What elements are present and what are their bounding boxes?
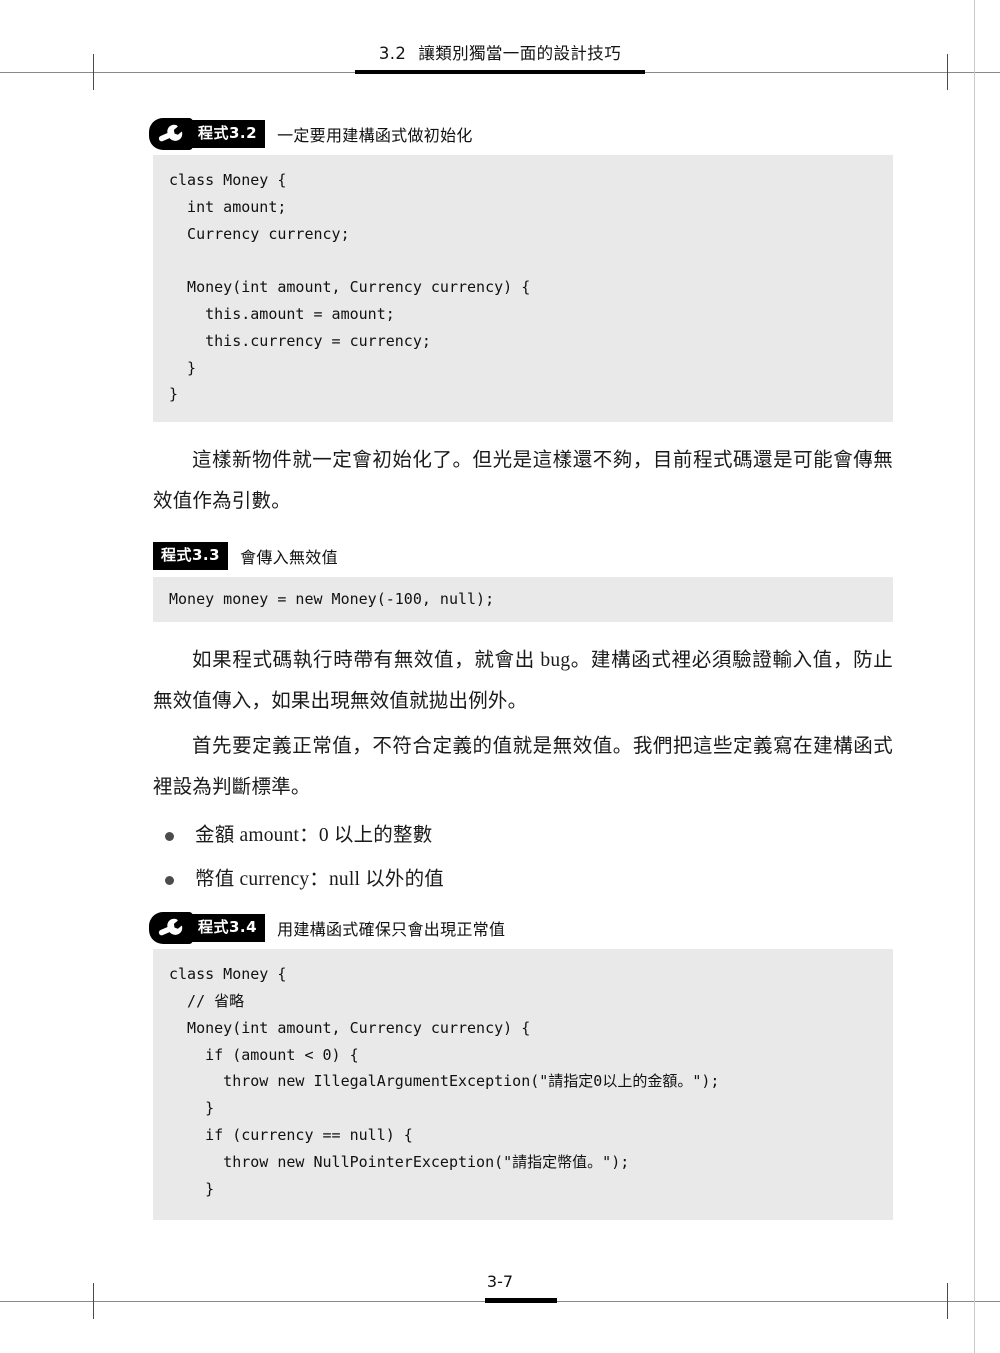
paragraph-3: 首先要定義正常值，不符合定義的值就是無效值。我們把這些定義寫在建構函式裡設為判斷… (153, 736, 893, 799)
listing-caption-3-4: 程式3.4 用建構函式確保只會出現正常值 (149, 912, 893, 945)
paragraph-1: 這樣新物件就一定會初始化了。但光是這樣還不夠，目前程式碼還是可能會傳無效值作為引… (153, 450, 893, 513)
wrench-icon (149, 118, 193, 150)
list-item-label: 幣值 currency：null 以外的值 (195, 869, 444, 891)
code-block-3-2: class Money { int amount; Currency curre… (153, 155, 893, 423)
listing-tag-3-3: 程式3.3 (153, 542, 229, 571)
page-edge-line-right (974, 0, 975, 1353)
page-number: 3-7 (486, 1272, 514, 1291)
listing-title-3-2: 一定要用建構函式做初始化 (277, 126, 473, 145)
page-number-rule (485, 1298, 557, 1303)
page-content: 程式3.2 一定要用建構函式做初始化 class Money { int amo… (149, 118, 893, 1221)
listing-caption-3-2: 程式3.2 一定要用建構函式做初始化 (149, 118, 893, 150)
running-head: 3.2 讓類別獨當一面的設計技巧 (0, 40, 1000, 64)
running-head-section-title: 讓類別獨當一面的設計技巧 (418, 44, 622, 63)
listing-caption-3-3: 程式3.3 會傳入無效值 (153, 540, 893, 572)
listing-tag-3-4: 程式3.4 (190, 914, 266, 943)
listing-title-3-4: 用建構函式確保只會出現正常值 (277, 920, 506, 940)
listing-tag-3-2: 程式3.2 (190, 120, 266, 148)
listing-title-3-3: 會傳入無效值 (240, 548, 338, 568)
list-item: 金額 amount：0 以上的整數 (159, 814, 893, 858)
paragraph-2: 如果程式碼執行時帶有無效值，就會出 bug。建構函式裡必須驗證輸入值，防止無效值… (153, 650, 893, 713)
list-item: 幣值 currency：null 以外的值 (159, 858, 893, 902)
spacer-after-paragraph-1 (153, 526, 893, 540)
code-block-3-4: class Money { // 省略 Money(int amount, Cu… (153, 949, 893, 1221)
code-block-3-3: Money money = new Money(-100, null); (153, 577, 893, 623)
list-item-label: 金額 amount：0 以上的整數 (195, 825, 433, 847)
wrench-icon (149, 912, 193, 945)
running-head-rule (355, 70, 645, 74)
bullet-dot-icon (165, 832, 174, 842)
bullet-dot-icon (165, 876, 174, 886)
running-head-section-number: 3.2 (378, 44, 407, 63)
definition-bullet-list: 金額 amount：0 以上的整數 幣值 currency：null 以外的值 (153, 814, 893, 902)
